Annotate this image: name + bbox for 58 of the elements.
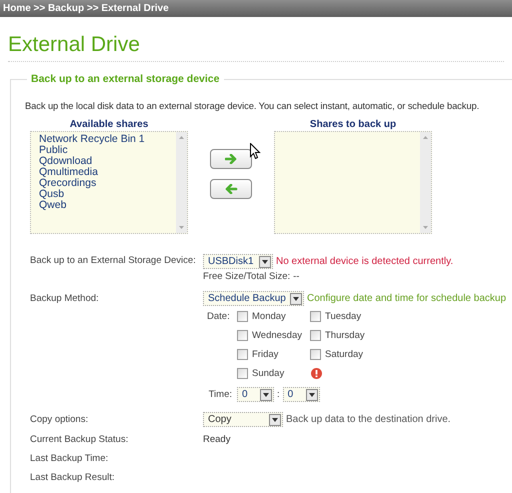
scroll-down-icon[interactable] xyxy=(423,226,428,230)
copy-hint: Back up data to the destination drive. xyxy=(286,413,451,428)
dropdown[interactable]: USBDisk1 xyxy=(203,254,273,270)
day-label: Tuesday xyxy=(325,310,362,324)
scrollbar[interactable] xyxy=(176,132,187,234)
size-label: Free Size/Total Size: xyxy=(203,270,290,284)
status-value: Ready xyxy=(203,432,230,447)
share-listbox[interactable]: Network Recycle Bin 1 Public Qdownload Qmultimedia Qrecordings Qusb Qweb xyxy=(30,131,188,234)
move-button[interactable] xyxy=(210,149,252,170)
checkbox[interactable] xyxy=(310,311,321,322)
error-message: No external device is detected currently. xyxy=(276,255,454,270)
share-item[interactable]: Qweb xyxy=(39,200,176,212)
right-arrow-icon xyxy=(224,154,238,164)
checkbox[interactable] xyxy=(237,330,248,342)
mouse-cursor-icon xyxy=(250,143,261,159)
dropdown[interactable]: Schedule Backup xyxy=(203,291,304,306)
checkbox[interactable] xyxy=(237,311,248,322)
field-label: Back up to an External Storage Device: xyxy=(30,254,197,268)
day-label: Thursday xyxy=(325,328,365,343)
share-item[interactable]: Public xyxy=(39,145,176,156)
field-label: Current Backup Status: xyxy=(30,432,130,447)
dropdown[interactable]: 0 xyxy=(282,387,320,402)
size-value: -- xyxy=(293,270,300,284)
scrollbar[interactable] xyxy=(420,132,431,234)
share-item[interactable]: Qdownload xyxy=(39,156,176,168)
scroll-up-icon[interactable] xyxy=(423,136,428,140)
field-label: Last Backup Result: xyxy=(30,470,116,485)
page-title: External Drive xyxy=(8,32,141,58)
left-arrow-icon xyxy=(224,184,238,194)
field-label: Last Backup Time: xyxy=(30,452,110,466)
checkbox[interactable] xyxy=(237,368,248,380)
field-label: Backup Method: xyxy=(30,292,100,306)
dropdown[interactable]: Copy xyxy=(203,412,283,428)
breadcrumb: Home >> Backup >> External Drive xyxy=(3,2,169,16)
share-item[interactable]: Qusb xyxy=(39,189,176,200)
checkbox[interactable] xyxy=(237,349,248,360)
day-label: Sunday xyxy=(252,366,284,381)
day-label: Saturday xyxy=(325,348,364,362)
date-label: Date: xyxy=(207,310,231,324)
scroll-up-icon[interactable] xyxy=(179,136,184,140)
field-label: Copy options: xyxy=(30,412,90,427)
checkbox[interactable] xyxy=(310,349,321,360)
share-item[interactable]: Qrecordings xyxy=(39,178,176,190)
share-item[interactable]: Qmultimedia xyxy=(39,167,176,178)
share-item[interactable]: Network Recycle Bin 1 xyxy=(39,134,176,146)
method-hint: Configure date and time for schedule backup xyxy=(307,292,506,306)
scroll-down-icon[interactable] xyxy=(179,226,184,230)
dropdown[interactable]: 0 xyxy=(237,387,274,402)
list-heading: Shares to back up xyxy=(310,119,396,132)
day-label: Friday xyxy=(252,348,278,362)
checkbox[interactable] xyxy=(310,330,321,342)
time-label: Time: xyxy=(208,388,232,402)
list-heading: Available shares xyxy=(70,119,148,132)
section-description: Back up the local disk data to an external storage device. You can select instant, automatic, or schedule backup. xyxy=(25,99,480,113)
day-label: Wednesday xyxy=(252,328,302,343)
day-label: Monday xyxy=(252,310,286,324)
move-button[interactable] xyxy=(210,179,252,200)
time-separator: : xyxy=(277,388,280,402)
